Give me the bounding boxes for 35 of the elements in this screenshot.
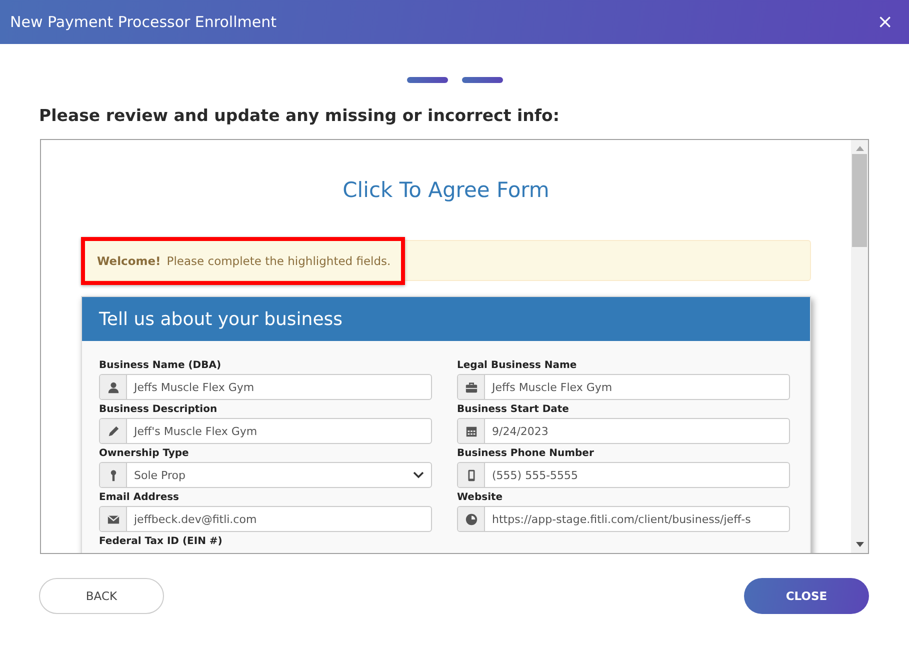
- field-label: Business Description: [99, 404, 218, 415]
- input-field[interactable]: 9/24/2023: [457, 418, 790, 444]
- input-field[interactable]: Jeffs Muscle Flex Gym: [99, 374, 432, 400]
- close-button[interactable]: CLOSE: [744, 578, 869, 614]
- field-label: Business Start Date: [457, 404, 570, 415]
- envelope-icon: [106, 512, 120, 526]
- input-field[interactable]: (555) 555-5555: [457, 462, 790, 488]
- field-label: Legal Business Name: [457, 360, 578, 371]
- scroll-up-icon[interactable]: [856, 146, 864, 151]
- instruction-heading: Please review and update any missing or incorrect info:: [39, 106, 560, 125]
- back-button[interactable]: BACK: [39, 578, 164, 614]
- input-field[interactable]: Jeffs Muscle Flex Gym: [457, 374, 790, 400]
- field-label: Email Address: [99, 492, 180, 503]
- scrollbar[interactable]: [851, 140, 868, 553]
- globe-icon: [464, 512, 478, 526]
- select-field[interactable]: Sole Prop: [99, 462, 432, 488]
- window-title: New Payment Processor Enrollment: [10, 13, 276, 31]
- pencil-icon: [106, 424, 120, 438]
- field-label: Ownership Type: [99, 448, 190, 459]
- field-label: Business Name (DBA): [99, 360, 222, 371]
- user-icon: [106, 380, 120, 394]
- field-label: Website: [457, 492, 504, 503]
- scroll-down-icon[interactable]: [856, 542, 864, 547]
- input-field[interactable]: https://app-stage.fitli.com/client/business/jeff-s: [457, 506, 790, 532]
- input-field[interactable]: jeffbeck.dev@fitli.com: [99, 506, 432, 532]
- scroll-thumb[interactable]: [852, 154, 867, 247]
- input-field[interactable]: Jeff's Muscle Flex Gym: [99, 418, 432, 444]
- calendar-icon: [464, 424, 478, 438]
- briefcase-icon: [464, 380, 478, 394]
- close-button[interactable]: ×: [874, 12, 896, 32]
- field-label: Federal Tax ID (EIN #): [99, 536, 224, 547]
- form-title: Click To Agree Form: [342, 178, 550, 202]
- chevron-down-icon: [413, 471, 424, 479]
- section-header: Tell us about your business: [82, 297, 810, 341]
- field-label: Business Phone Number: [457, 448, 595, 459]
